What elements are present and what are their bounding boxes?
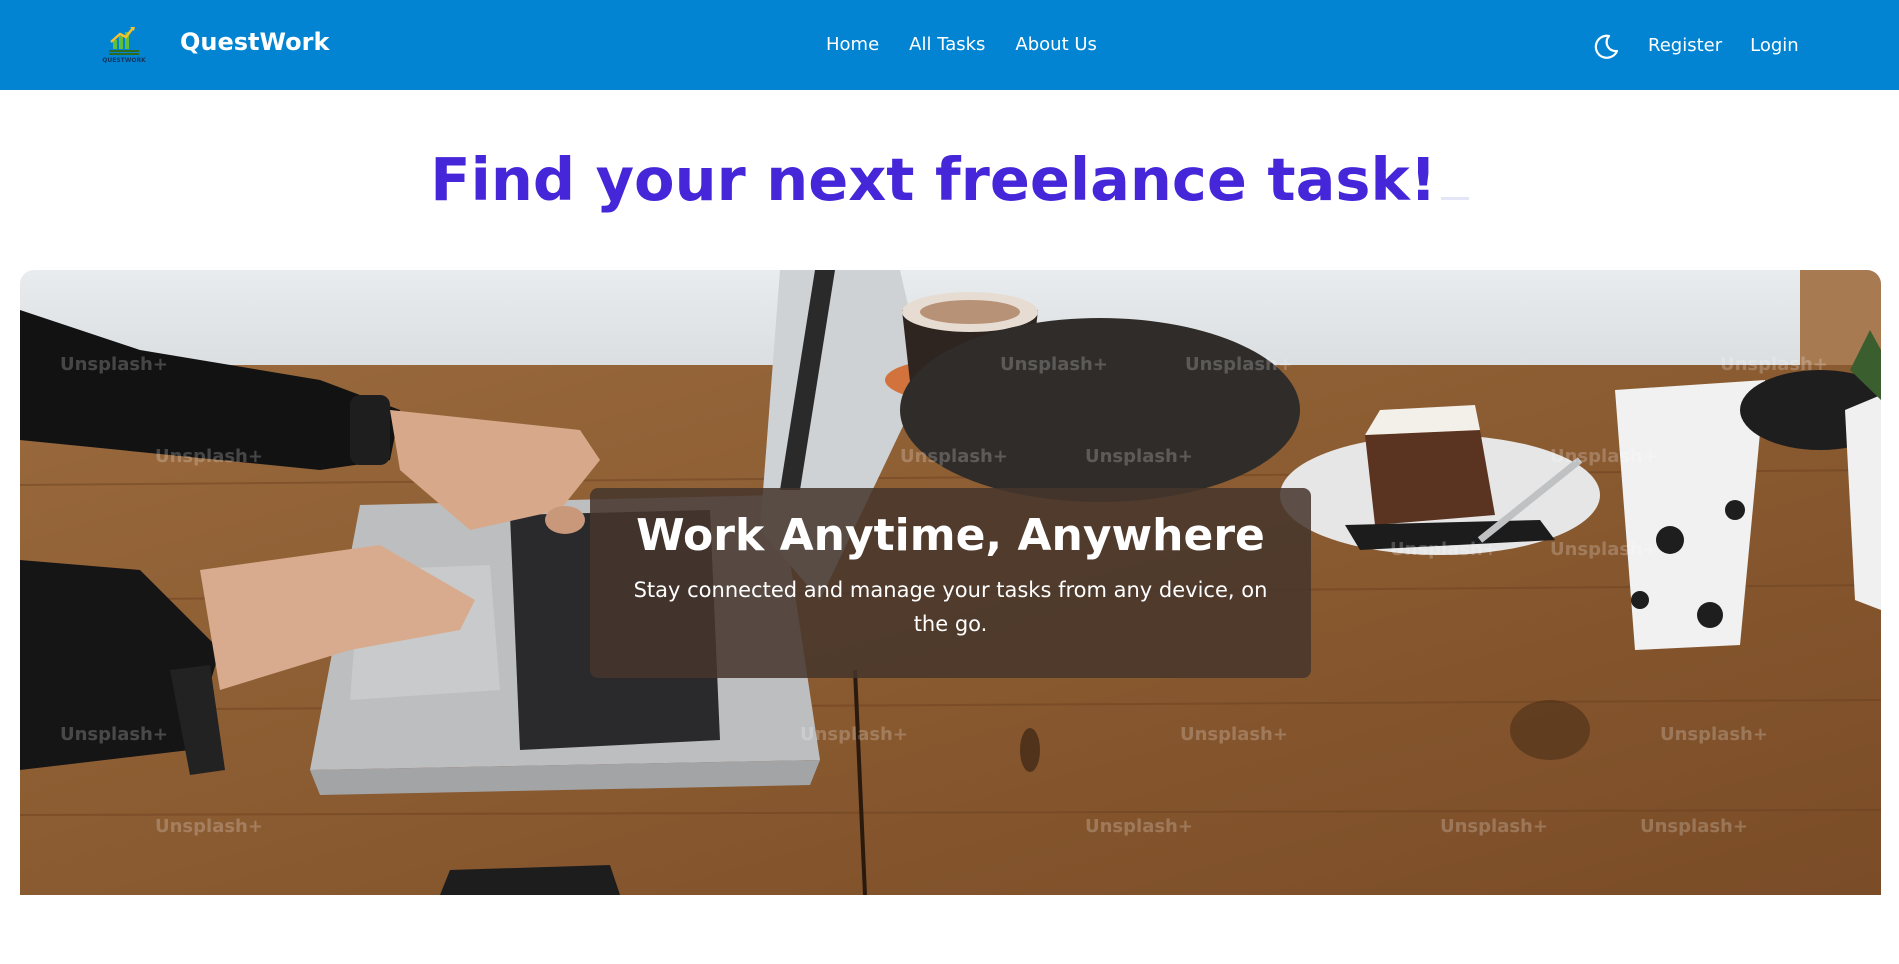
watermark-text: Unsplash+ <box>1660 724 1768 745</box>
watermark-text: Unsplash+ <box>1180 724 1288 745</box>
watermark-text: Unsplash+ <box>155 446 263 467</box>
questwork-logo[interactable]: QUESTWORK <box>100 22 154 64</box>
headline-text: Find your next freelance task! <box>430 145 1437 214</box>
watermark-text: Unsplash+ <box>1085 446 1193 467</box>
hero-caption-box: Work Anytime, Anywhere Stay connected an… <box>590 488 1311 678</box>
watermark-text: Unsplash+ <box>1390 539 1498 560</box>
nav-link-home[interactable]: Home <box>826 36 879 54</box>
watermark-text: Unsplash+ <box>155 816 263 837</box>
hero-caption-title: Work Anytime, Anywhere <box>636 510 1265 561</box>
watermark-text: Unsplash+ <box>1640 816 1748 837</box>
logo-wordmark: QUESTWORK <box>102 57 146 64</box>
watermark-text: Unsplash+ <box>1720 354 1828 375</box>
hero-caption-text: Stay connected and manage your tasks fro… <box>633 578 1268 636</box>
nav-link-all-tasks[interactable]: All Tasks <box>909 36 985 54</box>
watermark-text: Unsplash+ <box>1185 354 1293 375</box>
watermark-text: Unsplash+ <box>1000 354 1108 375</box>
typing-cursor <box>1440 197 1469 200</box>
nav-actions: Register Login <box>1592 32 1799 60</box>
watermark-text: Unsplash+ <box>60 354 168 375</box>
register-link[interactable]: Register <box>1648 37 1722 55</box>
hero-banner: Unsplash+ Unsplash+ Unsplash+ Unsplash+ … <box>20 270 1881 895</box>
watermark-text: Unsplash+ <box>800 724 908 745</box>
watermark-text: Unsplash+ <box>1550 446 1658 467</box>
page-headline: Find your next freelance task! <box>0 145 1899 214</box>
watermark-text: Unsplash+ <box>1440 816 1548 837</box>
watermark-text: Unsplash+ <box>1550 539 1658 560</box>
main-nav: Home All Tasks About Us <box>826 36 1097 54</box>
moon-icon[interactable] <box>1592 32 1620 60</box>
watermark-text: Unsplash+ <box>60 724 168 745</box>
brand-name[interactable]: QuestWork <box>180 30 329 54</box>
login-link[interactable]: Login <box>1750 37 1799 55</box>
watermark-text: Unsplash+ <box>900 446 1008 467</box>
watermark-text: Unsplash+ <box>1085 816 1193 837</box>
top-navbar: QUESTWORK QuestWork Home All Tasks About… <box>0 0 1899 90</box>
nav-link-about-us[interactable]: About Us <box>1015 36 1097 54</box>
